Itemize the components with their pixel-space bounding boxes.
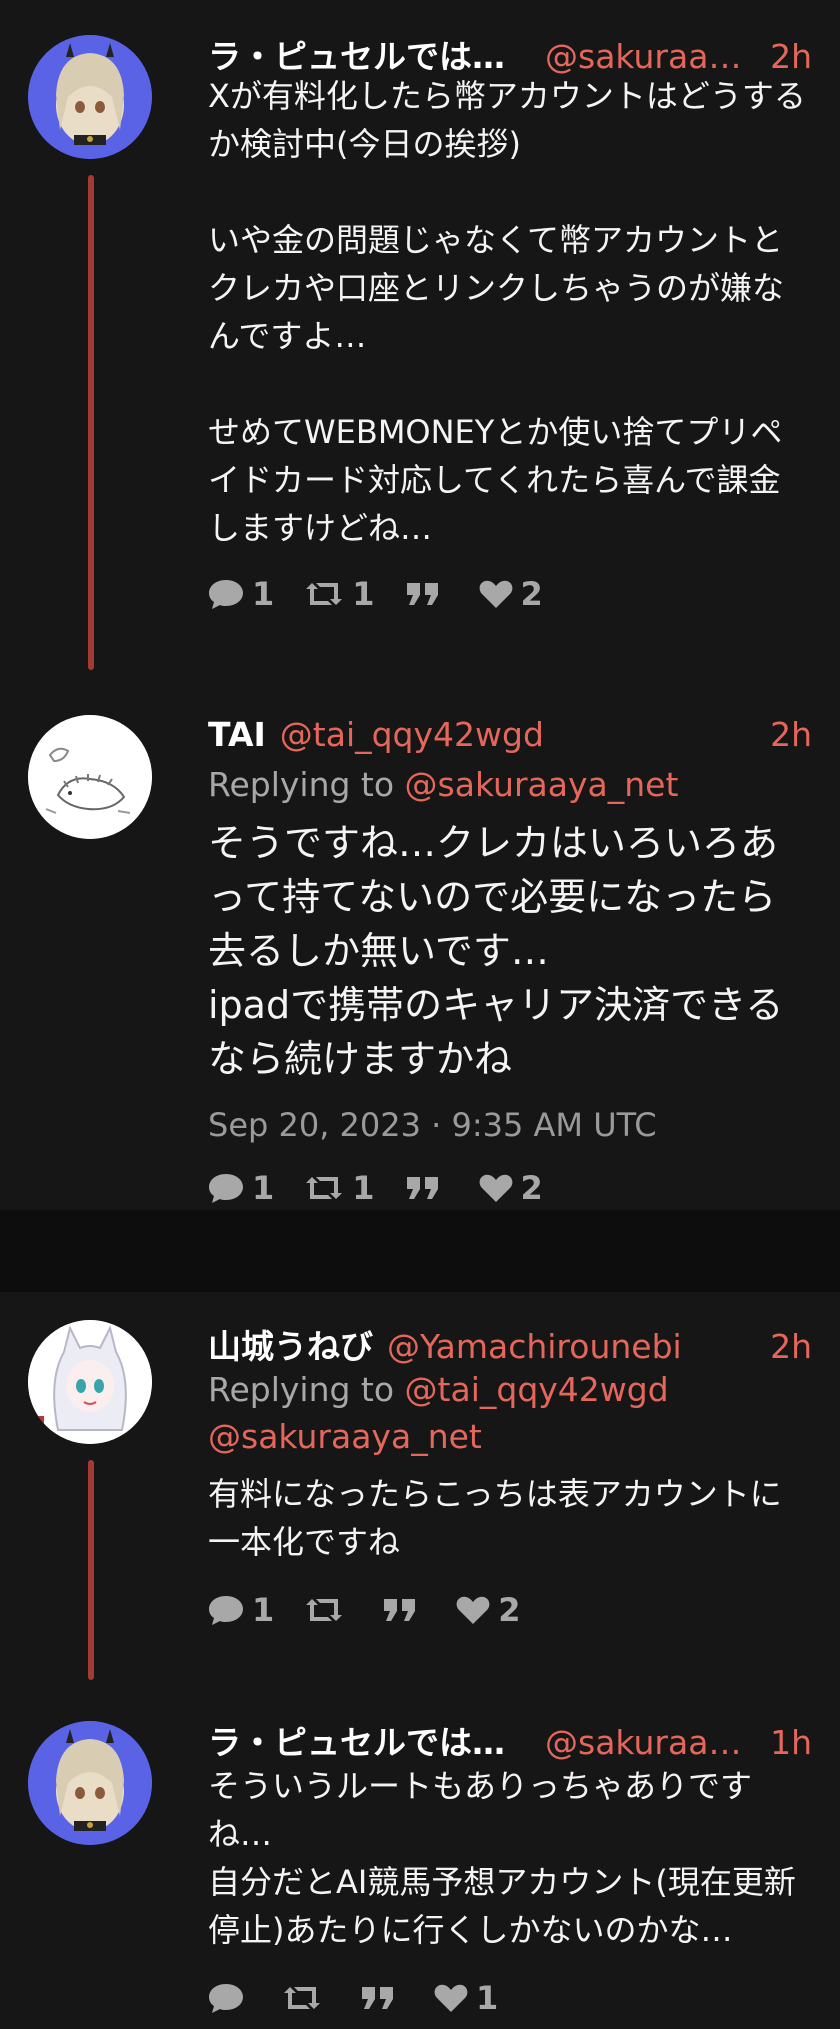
like-stat[interactable]: 2: [479, 575, 543, 613]
replying-to: Replying to @tai_qqy42wgd @sakuraaya_net: [208, 1366, 812, 1460]
tweet-reply[interactable]: 山城うねび @Yamachirounebi 2h Replying to @ta…: [0, 1320, 840, 1680]
tweet-main-reply[interactable]: TAI @tai_qqy42wgd 2h Replying to @sakura…: [0, 715, 840, 1210]
tweet-date[interactable]: Sep 20, 2023 · 9:35 AM UTC: [208, 1106, 812, 1144]
like-count: 2: [520, 575, 543, 613]
heart-icon: [456, 1596, 490, 1624]
avatar[interactable]: [28, 35, 152, 159]
tweet-stats: 1 2: [208, 1588, 812, 1632]
tweet-reply[interactable]: ラ・ピュセルでは… @sakuraaya… 1h そういうルートもありっちゃあり…: [0, 1716, 840, 2020]
quote-stat[interactable]: [405, 1173, 449, 1203]
tweet-content: 山城うねび @Yamachirounebi 2h Replying to @ta…: [208, 1320, 812, 1680]
avatar-column: [28, 1716, 152, 2020]
reply-target-link[interactable]: @sakuraaya_net: [405, 765, 679, 804]
speech-bubble-icon: [209, 1596, 243, 1625]
reply-stat[interactable]: [208, 1982, 252, 2014]
replying-to: Replying to @sakuraaya_net: [208, 761, 812, 808]
avatar[interactable]: [28, 1721, 152, 1845]
speech-bubble-icon: [209, 580, 243, 609]
speech-bubble-icon: [209, 1174, 243, 1203]
tweet-text: そうですね…クレカはいろいろあって持てないので必要になったら去るしか無いです… …: [208, 821, 784, 1081]
tweet-stats: 1: [208, 1976, 812, 2020]
username[interactable]: @sakuraaya…: [545, 1723, 756, 1762]
tweet-header: 山城うねび @Yamachirounebi 2h: [208, 1320, 812, 1366]
like-count: 1: [476, 1979, 499, 2017]
timestamp[interactable]: 2h: [770, 715, 812, 754]
like-count: 2: [520, 1169, 543, 1207]
reply-count: 1: [252, 575, 275, 613]
display-name[interactable]: ラ・ピュセルでは…: [208, 30, 505, 78]
retweet-count: 1: [352, 575, 375, 613]
quote-stat[interactable]: [405, 579, 449, 609]
tweet-text: そういうルートもありっちゃありですね… 自分だとAI競馬予想アカウント(現在更新…: [208, 1767, 796, 1949]
tweet-text: 有料になったらこっちは表アカウントに一本化ですね: [208, 1475, 782, 1561]
reply-count: 1: [252, 1591, 275, 1629]
thread-block-2: 山城うねび @Yamachirounebi 2h Replying to @ta…: [0, 1292, 840, 2029]
retweet-arrows-icon: [284, 1987, 320, 2009]
thread-block-1: ラ・ピュセルでは… @sakuraaya… 2h Xが有料化したら幣アカウントは…: [0, 0, 840, 1210]
display-name[interactable]: ラ・ピュセルでは…: [208, 1716, 505, 1764]
reply-count: 1: [252, 1169, 275, 1207]
replying-to-label: Replying to: [208, 1370, 395, 1409]
quote-stat[interactable]: [382, 1595, 426, 1625]
thread-line: [88, 1460, 94, 1680]
heart-icon: [479, 1174, 512, 1202]
retweet-count: 1: [352, 1169, 375, 1207]
tweet-content: ラ・ピュセルでは… @sakuraaya… 2h Xが有料化したら幣アカウントは…: [208, 30, 812, 670]
like-stat[interactable]: 1: [434, 1979, 498, 2017]
tweet-stats: 1 1 2: [208, 572, 812, 616]
reply-stat[interactable]: 1: [208, 575, 274, 613]
replying-to-label: Replying to: [208, 765, 395, 804]
avatar[interactable]: [28, 715, 152, 839]
retweet-arrows-icon: [306, 1599, 343, 1621]
avatar-column: [28, 715, 152, 1210]
quote-marks-icon: [406, 583, 438, 605]
retweet-stat[interactable]: [282, 1983, 330, 2013]
username[interactable]: @Yamachirounebi: [387, 1327, 756, 1366]
tweet-content: TAI @tai_qqy42wgd 2h Replying to @sakura…: [208, 715, 812, 1210]
anime-girl-avatar-icon: [28, 35, 152, 159]
sketch-animal-avatar-icon: [28, 715, 152, 839]
like-count: 2: [498, 1591, 521, 1629]
reply-target-link[interactable]: @sakuraaya_net: [208, 1417, 482, 1456]
retweet-stat[interactable]: [304, 1595, 352, 1625]
reply-target-link[interactable]: @tai_qqy42wgd: [405, 1370, 669, 1409]
avatar[interactable]: [28, 1320, 152, 1444]
like-stat[interactable]: 2: [479, 1169, 543, 1207]
reply-stat[interactable]: 1: [208, 1169, 274, 1207]
retweet-stat[interactable]: 1: [304, 575, 375, 613]
heart-icon: [434, 1984, 468, 2012]
username[interactable]: @sakuraaya…: [545, 37, 756, 76]
quote-marks-icon: [406, 1177, 438, 1199]
display-name[interactable]: 山城うねび: [208, 1320, 373, 1368]
username[interactable]: @tai_qqy42wgd: [280, 715, 756, 754]
like-stat[interactable]: 2: [456, 1591, 521, 1629]
anime-catgirl-avatar-icon: [28, 1320, 152, 1444]
tweet-stats: 1 1 2: [208, 1166, 812, 1210]
thread-line: [88, 175, 94, 670]
tweet-header: ラ・ピュセルでは… @sakuraaya… 1h: [208, 1716, 812, 1762]
tweet-content: ラ・ピュセルでは… @sakuraaya… 1h そういうルートもありっちゃあり…: [208, 1716, 812, 2020]
timestamp[interactable]: 1h: [770, 1723, 812, 1762]
timestamp[interactable]: 2h: [770, 37, 812, 76]
tweet-header: ラ・ピュセルでは… @sakuraaya… 2h: [208, 30, 812, 76]
retweet-arrows-icon: [306, 1177, 343, 1199]
retweet-stat[interactable]: 1: [304, 1169, 375, 1207]
quote-marks-icon: [384, 1599, 416, 1621]
quote-marks-icon: [362, 1987, 393, 2009]
tweet-main[interactable]: ラ・ピュセルでは… @sakuraaya… 2h Xが有料化したら幣アカウントは…: [0, 30, 840, 670]
reply-stat[interactable]: 1: [208, 1591, 274, 1629]
timestamp[interactable]: 2h: [770, 1327, 812, 1366]
thread-separator: [0, 1210, 840, 1292]
quote-stat[interactable]: [360, 1983, 404, 2013]
display-name[interactable]: TAI: [208, 715, 266, 754]
retweet-arrows-icon: [306, 583, 343, 605]
tweet-header: TAI @tai_qqy42wgd 2h: [208, 715, 812, 761]
speech-bubble-icon: [209, 1984, 243, 2013]
tweet-text: Xが有料化したら幣アカウントはどうするか検討中(今日の挨拶) いや金の問題じゃな…: [208, 77, 806, 547]
avatar-column: [28, 1320, 152, 1680]
anime-girl-avatar-icon: [28, 1721, 152, 1845]
heart-icon: [479, 580, 512, 608]
avatar-column: [28, 30, 152, 670]
